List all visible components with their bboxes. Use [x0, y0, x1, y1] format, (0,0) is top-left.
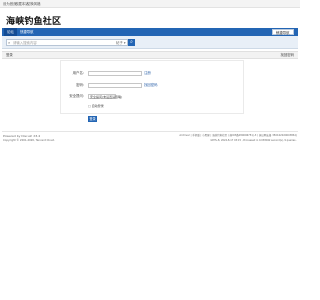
section-title: 登录: [6, 53, 13, 57]
search-bar: ⌕ 请输入搜索内容 帖子 ▾ ⌕: [2, 36, 298, 49]
footer-divider: [2, 131, 298, 132]
password-label: 密码:: [76, 83, 84, 87]
nav-item-forum[interactable]: 论坛: [4, 28, 17, 36]
site-logo[interactable]: 海峡钓鱼社区: [6, 14, 61, 27]
nav-item-quick[interactable]: 快捷导航: [20, 30, 34, 34]
main-nav: 论坛 快捷导航 快捷导航 ▾: [2, 28, 298, 36]
chevron-down-icon: ▾: [276, 30, 278, 35]
search-box[interactable]: ⌕ 请输入搜索内容 帖子 ▾: [6, 38, 128, 46]
switch-style-link[interactable]: 切换风格: [27, 2, 41, 6]
search-input[interactable]: 请输入搜索内容: [13, 41, 37, 45]
chevron-down-icon: ▾: [123, 40, 126, 45]
footer-timing: GMT+8, 2024-8-17 03:15 , Processed in 0.…: [210, 139, 297, 142]
search-type-label: 帖子: [116, 40, 123, 45]
username-field[interactable]: [88, 70, 142, 76]
quick-nav-button[interactable]: 快捷导航 ▾: [272, 29, 294, 35]
forgot-password-link[interactable]: 找回密码: [144, 83, 158, 87]
username-label: 用户名:: [72, 71, 84, 75]
search-button[interactable]: ⌕: [128, 38, 135, 46]
top-link-bar: 设为首页 收藏本站 切换风格: [0, 0, 300, 8]
footer-copyright: Copyright © 2001-2020, Tencent Cloud.: [3, 139, 55, 142]
auto-login-checkbox[interactable]: □ 自动登录: [88, 104, 104, 108]
search-type-select[interactable]: 帖子 ▾: [116, 41, 126, 45]
password-field[interactable]: [88, 82, 142, 88]
section-right-link[interactable]: 找回密码: [280, 53, 294, 57]
search-icon: ⌕: [8, 40, 11, 45]
security-question-label: 安全提问:: [69, 94, 84, 98]
footer-powered[interactable]: Powered by Discuz! X3.4: [3, 134, 40, 138]
security-question-value: 安全提问(未设置请忽略): [90, 94, 123, 99]
register-link[interactable]: 注册: [144, 71, 151, 75]
login-submit-button[interactable]: 登录: [88, 116, 97, 122]
footer-links[interactable]: Archiver | 手机版 | 小黑屋 | 海峡钓鱼社区 ( 闽ICP备080…: [179, 134, 297, 138]
auto-login-label: 自动登录: [91, 104, 104, 108]
security-question-select[interactable]: 安全提问(未设置请忽略): [88, 93, 122, 99]
section-header: 登录 找回密码: [2, 51, 298, 59]
